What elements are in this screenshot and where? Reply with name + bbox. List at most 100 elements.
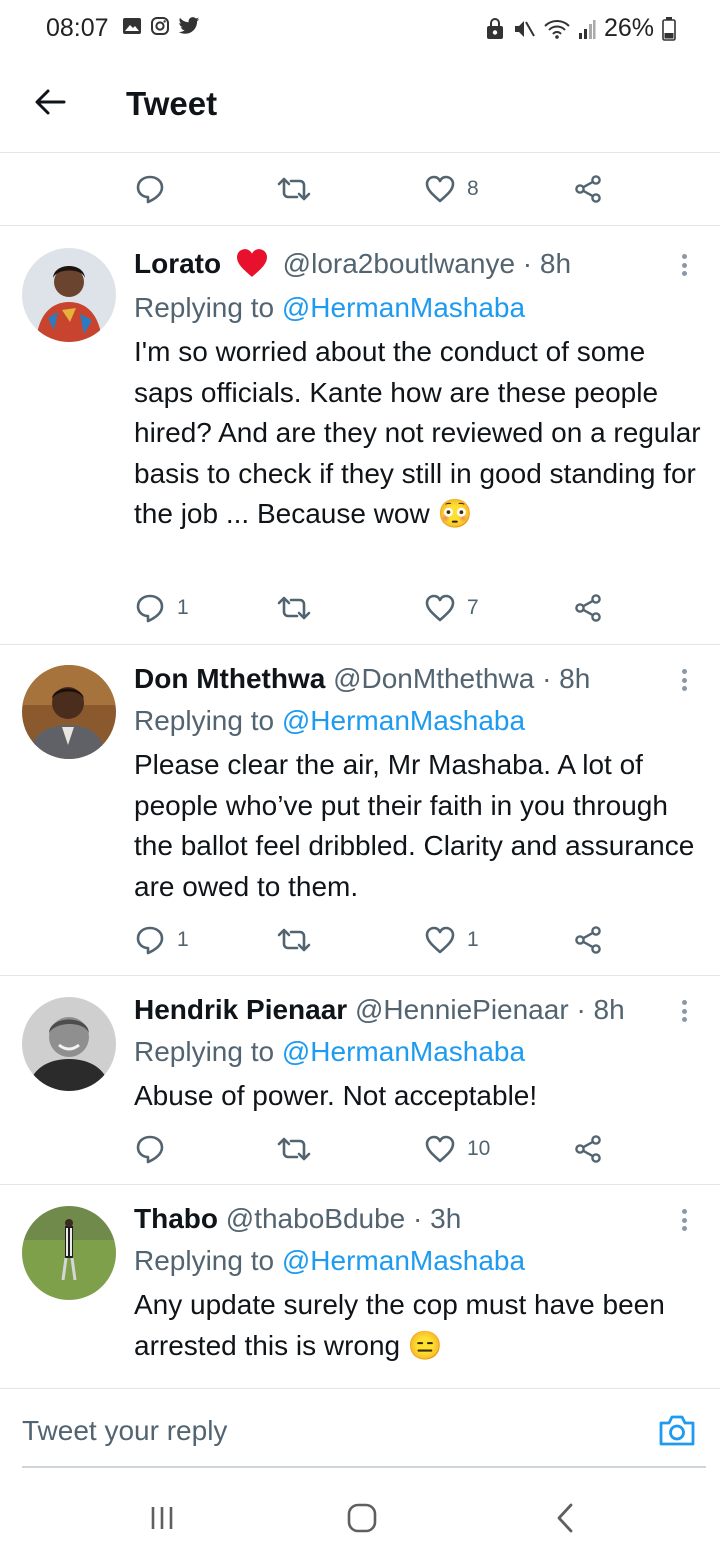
avatar[interactable] <box>22 997 116 1091</box>
more-options-button[interactable] <box>674 996 694 1026</box>
replying-to-line: Replying to @HermanMashaba <box>134 292 525 324</box>
tweet-author-line: Don Mthethwa @DonMthethwa · 8h <box>134 663 590 695</box>
more-options-button[interactable] <box>674 665 694 695</box>
share-icon <box>575 1135 601 1163</box>
back-arrow-icon <box>35 89 66 115</box>
replying-to-handle[interactable]: @HermanMashaba <box>282 1245 525 1276</box>
tweet-reply[interactable]: Lorato @lora2boutlwanye · 8h Replying to… <box>0 226 720 645</box>
retweet-icon <box>277 177 311 201</box>
mute-icon <box>514 20 535 37</box>
back-button[interactable] <box>30 82 70 122</box>
lock-saver-icon <box>486 17 503 39</box>
share-icon <box>575 926 601 954</box>
main-tweet-actions: 8 <box>0 153 720 226</box>
gallery-icon <box>123 18 141 34</box>
author-name: Lorato <box>134 248 222 279</box>
replying-to-line: Replying to @HermanMashaba <box>134 705 525 737</box>
recent-apps-button[interactable] <box>142 1498 182 1538</box>
author-handle: @HenniePienaar <box>354 994 569 1025</box>
tweet-time: · 8h <box>576 994 625 1025</box>
author-name: Hendrik Pienaar <box>134 994 348 1025</box>
share-button[interactable] <box>573 915 603 965</box>
battery-icon <box>662 16 676 41</box>
share-button[interactable] <box>573 1124 603 1174</box>
replying-to-handle[interactable]: @HermanMashaba <box>282 1036 525 1067</box>
expressionless-face-emoji: 😑 <box>407 1329 443 1361</box>
system-navigation-bar <box>0 1470 720 1560</box>
more-options-button[interactable] <box>674 250 694 280</box>
avatar[interactable] <box>22 1206 116 1300</box>
tweet-body: Abuse of power. Not acceptable! <box>134 1080 538 1111</box>
tweet-time: · 8h <box>522 248 572 279</box>
like-count: 8 <box>467 177 479 200</box>
reply-button[interactable] <box>135 164 165 214</box>
tweet-reply[interactable]: Don Mthethwa @DonMthethwa · 8h Replying … <box>0 645 720 976</box>
author-handle: @lora2boutlwanye <box>282 248 516 279</box>
like-button[interactable]: 1 <box>425 915 479 965</box>
reply-button[interactable]: 1 <box>135 915 189 965</box>
like-button[interactable]: 7 <box>425 583 479 633</box>
camera-button[interactable] <box>658 1413 696 1452</box>
tweet-author-line: Thabo @thaboBdube · 3h <box>134 1203 461 1235</box>
tweet-text: Abuse of power. Not acceptable! <box>134 1076 704 1117</box>
replying-to-line: Replying to @HermanMashaba <box>134 1036 525 1068</box>
author-handle: @DonMthethwa <box>333 663 535 694</box>
header: Tweet <box>0 58 720 153</box>
replying-to-handle[interactable]: @HermanMashaba <box>282 292 525 323</box>
retweet-button[interactable] <box>277 583 311 633</box>
tweet-text: I'm so worried about the conduct of some… <box>134 332 704 535</box>
share-button[interactable] <box>573 583 603 633</box>
status-bar: 08:07 26% <box>0 0 720 58</box>
status-time: 08:07 <box>46 14 109 42</box>
like-count: 10 <box>467 1137 491 1160</box>
instagram-icon <box>151 17 169 35</box>
retweet-button[interactable] <box>277 164 311 214</box>
home-icon <box>347 1503 377 1533</box>
home-button[interactable] <box>342 1498 382 1538</box>
reply-button[interactable] <box>135 1124 165 1174</box>
reply-input[interactable] <box>22 1415 582 1447</box>
author-name: Don Mthethwa <box>134 663 326 694</box>
heart-icon <box>425 926 455 954</box>
retweet-button[interactable] <box>277 915 311 965</box>
replying-to-label: Replying to <box>134 1245 275 1276</box>
twitter-bird-icon <box>178 17 200 34</box>
red-heart-icon <box>236 249 267 277</box>
tweet-body: I'm so worried about the conduct of some… <box>134 336 701 529</box>
recent-apps-icon <box>151 1507 173 1529</box>
heart-icon <box>425 594 455 622</box>
reply-count: 1 <box>177 596 189 619</box>
tweet-time: · 3h <box>413 1203 462 1234</box>
tweet-body: Any update surely the cop must have been… <box>134 1289 665 1361</box>
like-button[interactable]: 10 <box>425 1124 490 1174</box>
replying-to-line: Replying to @HermanMashaba <box>134 1245 525 1277</box>
heart-icon <box>425 175 455 203</box>
tweet-author-line: Hendrik Pienaar @HenniePienaar · 8h <box>134 994 625 1026</box>
battery-percent: 26% <box>603 14 654 42</box>
reply-compose-bar <box>0 1388 720 1469</box>
replying-to-handle[interactable]: @HermanMashaba <box>282 705 525 736</box>
reply-button[interactable]: 1 <box>135 583 189 633</box>
like-count: 1 <box>467 928 479 951</box>
share-icon <box>575 594 601 622</box>
page-title: Tweet <box>126 85 218 122</box>
author-handle: @thaboBdube <box>225 1203 406 1234</box>
system-back-button[interactable] <box>546 1498 586 1538</box>
retweet-icon <box>277 596 311 620</box>
like-button[interactable]: 8 <box>425 164 479 214</box>
reply-icon <box>136 594 164 623</box>
reply-icon <box>136 175 164 204</box>
avatar[interactable] <box>22 248 116 342</box>
camera-icon <box>659 1415 695 1446</box>
more-options-button[interactable] <box>674 1205 694 1235</box>
reply-count: 1 <box>177 928 189 951</box>
share-button[interactable] <box>573 164 603 214</box>
avatar[interactable] <box>22 665 116 759</box>
tweet-text: Please clear the air, Mr Mashaba. A lot … <box>134 745 704 907</box>
status-notification-icons <box>122 16 200 36</box>
tweet-reply[interactable]: Thabo @thaboBdube · 3h Replying to @Herm… <box>0 1185 720 1388</box>
tweet-reply[interactable]: Hendrik Pienaar @HenniePienaar · 8h Repl… <box>0 976 720 1185</box>
retweet-button[interactable] <box>277 1124 311 1174</box>
retweet-icon <box>277 1137 311 1161</box>
like-count: 7 <box>467 596 479 619</box>
